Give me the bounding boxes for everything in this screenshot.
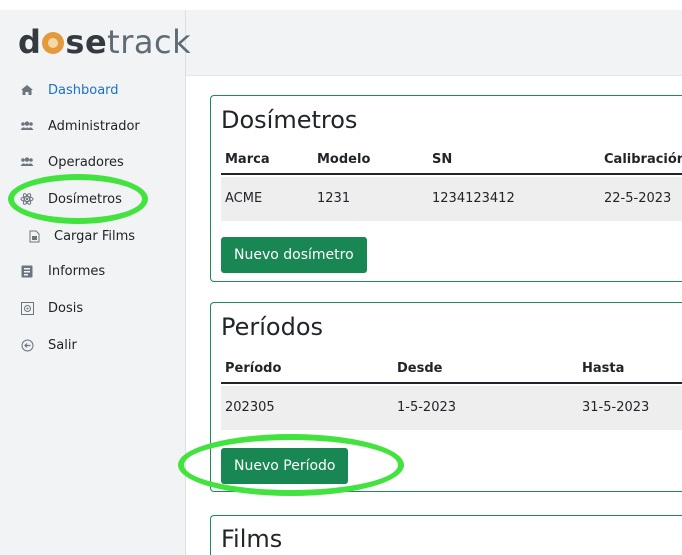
sidebar-item-label: Salir [48, 337, 77, 353]
top-bar: d setrack [0, 10, 682, 76]
periodos-title: Períodos [221, 313, 324, 341]
column-header-sn: SN [432, 152, 453, 167]
dosimetros-card: Dosímetros Marca Modelo SN Calibración A… [210, 95, 682, 282]
cell-hasta: 31-5-2023 [582, 400, 650, 415]
sidebar-item-salir[interactable]: Salir [0, 334, 186, 356]
sidebar-item-cargar-films[interactable]: Cargar Films [0, 225, 186, 247]
atom-icon [20, 192, 34, 206]
logo-letters-se: se [65, 23, 108, 61]
cell-modelo: 1231 [317, 191, 351, 206]
sidebar-item-label: Informes [48, 263, 106, 279]
films-card: Films [210, 515, 682, 555]
dosimetros-title: Dosímetros [221, 106, 358, 134]
dosimetros-table-header: Marca Modelo SN Calibración [221, 149, 682, 175]
table-row[interactable]: ACME 1231 1234123412 22-5-2023 [221, 177, 682, 221]
sidebar-item-dosis[interactable]: Dosis [0, 297, 186, 319]
cell-desde: 1-5-2023 [397, 400, 457, 415]
logo-track: track [107, 23, 192, 61]
column-header-hasta: Hasta [582, 361, 625, 376]
column-header-periodo: Período [225, 361, 282, 376]
sidebar-item-dashboard[interactable]: Dashboard [0, 79, 186, 101]
sidebar-item-label: Cargar Films [54, 228, 136, 244]
cell-calibracion: 22-5-2023 [604, 191, 672, 206]
films-title: Films [221, 525, 283, 553]
report-icon [20, 264, 34, 278]
new-periodo-button[interactable]: Nuevo Período [221, 448, 349, 484]
logo-area: d setrack [0, 10, 191, 76]
sidebar-item-label: Administrador [48, 118, 140, 134]
cell-marca: ACME [225, 191, 263, 206]
column-header-modelo: Modelo [317, 152, 371, 167]
logo-dog-icon [42, 32, 65, 54]
sidebar-item-label: Dashboard [48, 82, 119, 98]
new-dosimetro-button[interactable]: Nuevo dosímetro [221, 237, 367, 273]
column-header-desde: Desde [397, 361, 443, 376]
sidebar-item-label: Dosis [48, 300, 84, 316]
periodos-table-header: Período Desde Hasta [221, 358, 682, 384]
sidebar-item-operadores[interactable]: Operadores [0, 151, 186, 173]
sidebar-item-label: Dosímetros [48, 191, 122, 207]
periodos-card: Períodos Período Desde Hasta 202305 1-5-… [210, 302, 682, 492]
logo-letter-d: d [18, 23, 42, 61]
users-icon [20, 155, 34, 169]
sidebar-item-administrador[interactable]: Administrador [0, 115, 186, 137]
file-icon [27, 229, 41, 243]
sidebar-item-dosimetros[interactable]: Dosímetros [0, 188, 186, 210]
home-icon [20, 83, 34, 97]
column-header-calibracion: Calibración [604, 152, 682, 167]
users-icon [20, 119, 34, 133]
cell-sn: 1234123412 [432, 191, 515, 206]
sidebar-item-label: Operadores [48, 154, 124, 170]
chart-icon [20, 301, 34, 315]
cell-periodo: 202305 [225, 400, 275, 415]
table-row[interactable]: 202305 1-5-2023 31-5-2023 [221, 386, 682, 430]
logout-icon [20, 338, 34, 352]
column-header-marca: Marca [225, 152, 270, 167]
sidebar-item-informes[interactable]: Informes [0, 260, 186, 282]
dosetrack-logo[interactable]: d setrack [18, 22, 191, 62]
sidebar: Dashboard Administrador Operadores Dosím… [0, 76, 186, 555]
